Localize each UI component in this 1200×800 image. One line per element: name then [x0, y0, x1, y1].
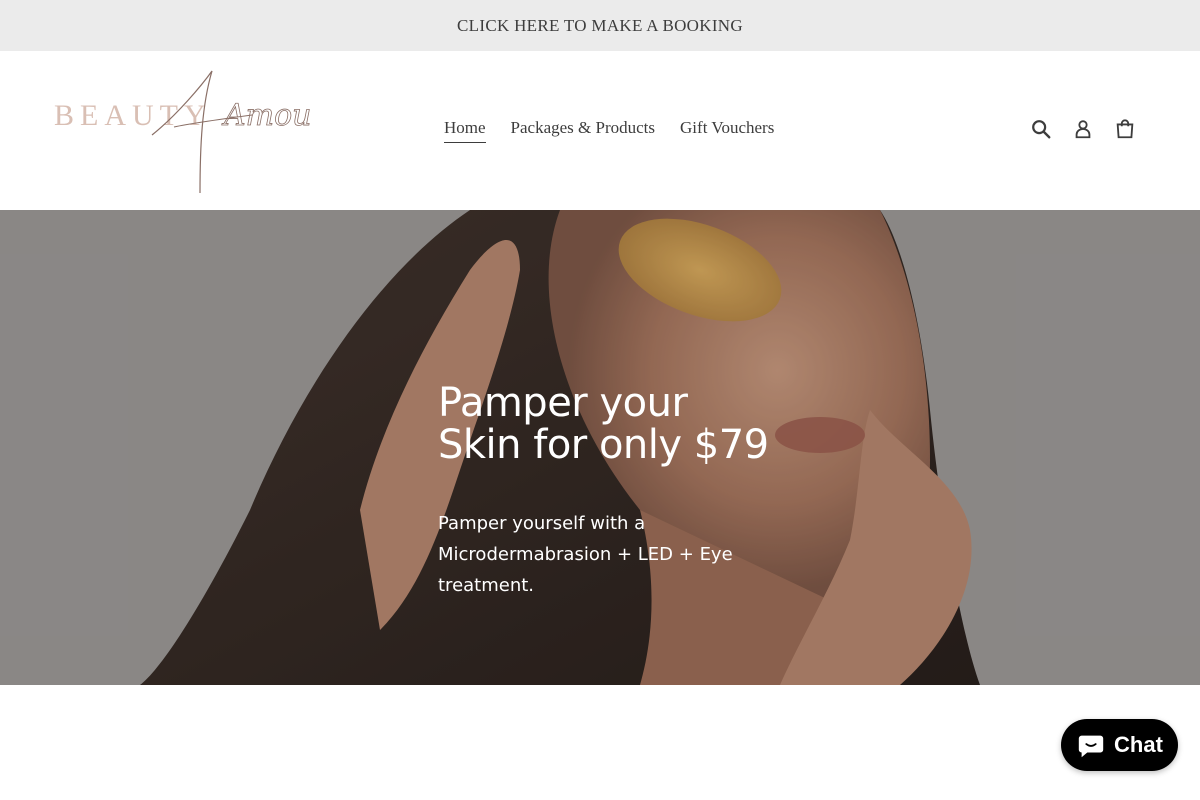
announcement-text[interactable]: CLICK HERE TO MAKE A BOOKING	[457, 16, 743, 36]
hero-subtitle: Pamper yourself with a Microdermabrasion…	[438, 513, 733, 596]
header-icons	[1030, 117, 1136, 141]
logo-amour-text: Amour	[221, 98, 312, 133]
chat-button[interactable]: Chat	[1061, 719, 1178, 771]
hero-title: Pamper your Skin for only $79	[438, 382, 838, 466]
chat-label[interactable]: Chat	[1114, 732, 1163, 758]
announcement-bar[interactable]: CLICK HERE TO MAKE A BOOKING	[0, 0, 1200, 51]
main-nav: Home Packages & Products Gift Vouchers	[444, 118, 774, 143]
cart-icon[interactable]	[1114, 117, 1136, 141]
hero-title-line2: Skin for only $79	[438, 422, 769, 468]
nav-item-packages-products[interactable]: Packages & Products	[511, 118, 655, 143]
account-icon[interactable]	[1072, 117, 1094, 141]
nav-item-gift-vouchers[interactable]: Gift Vouchers	[680, 118, 774, 143]
chat-bubble-icon	[1078, 735, 1104, 758]
logo-graphic: BEAUTY Amour	[54, 70, 328, 194]
hero-banner: Pamper your Skin for only $79 Pamper you…	[0, 210, 1200, 685]
search-icon[interactable]	[1030, 117, 1052, 141]
logo-beauty-text: BEAUTY	[54, 99, 212, 132]
site-header: BEAUTY Amour Home Packages & Products Gi…	[0, 51, 1200, 210]
brand-logo[interactable]: BEAUTY Amour	[52, 65, 328, 197]
hero-title-line1: Pamper your	[438, 380, 688, 426]
nav-item-home[interactable]: Home	[444, 118, 486, 143]
